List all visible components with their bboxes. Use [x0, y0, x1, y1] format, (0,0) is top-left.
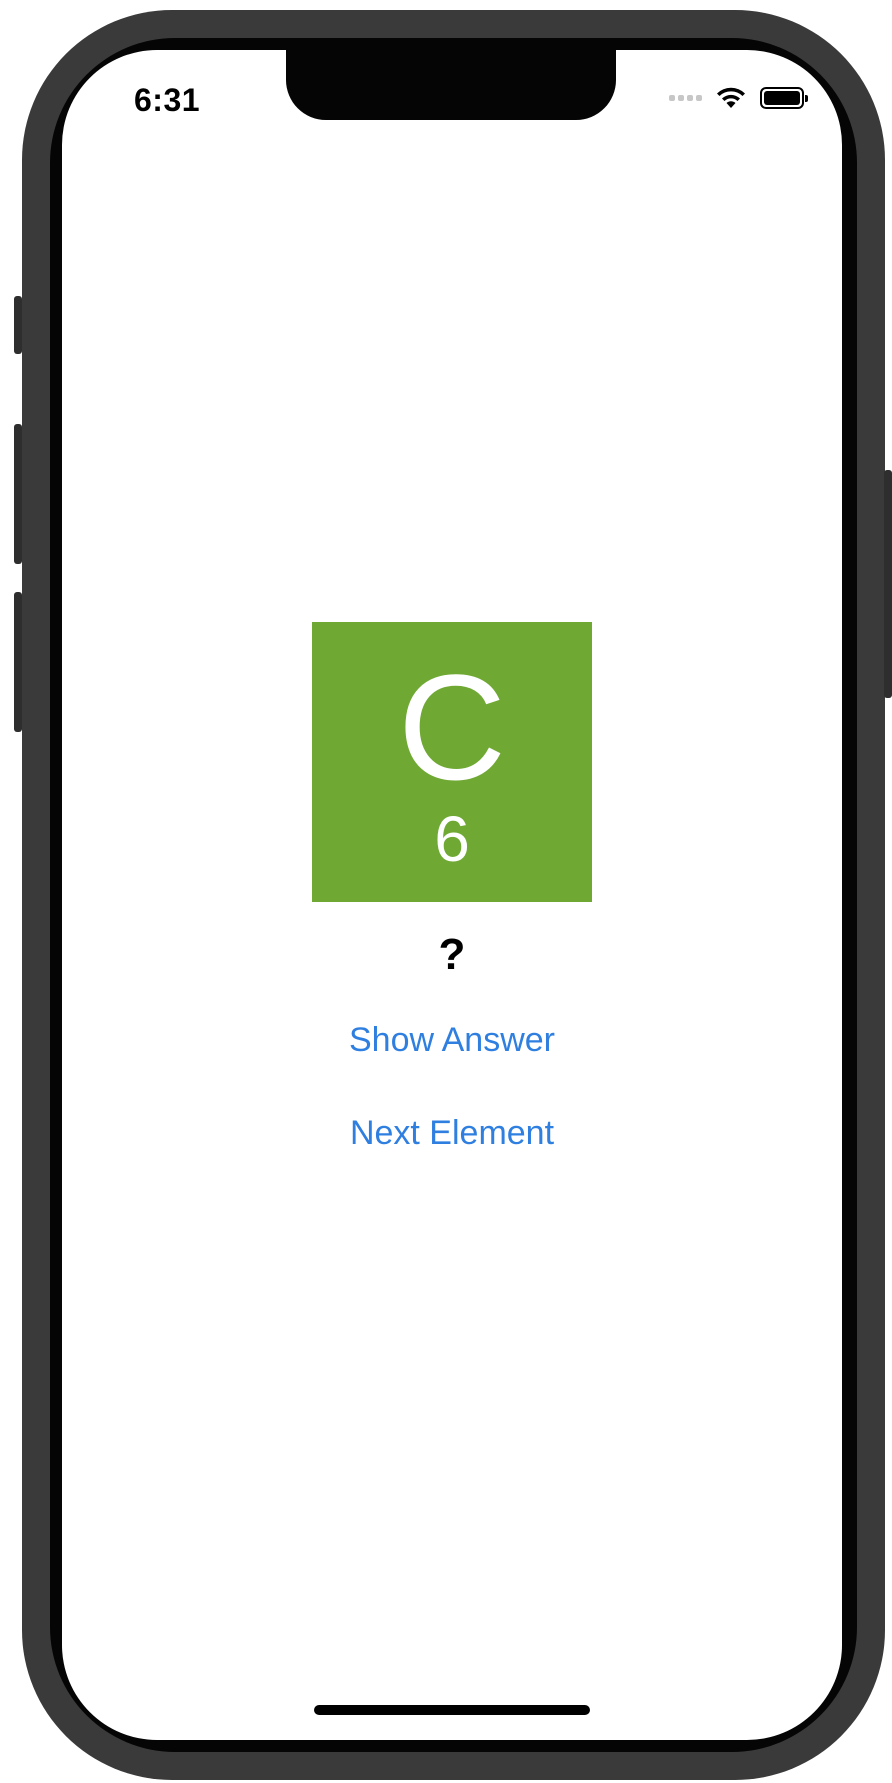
wifi-icon — [717, 87, 745, 108]
answer-label: ? — [438, 930, 466, 979]
home-indicator[interactable] — [314, 1705, 590, 1715]
volume-down-button — [14, 592, 22, 732]
screen: 6:31 C 6 ? Show Answer Next Element — [62, 50, 842, 1740]
power-button — [884, 470, 892, 698]
element-atomic-number: 6 — [434, 803, 470, 875]
element-symbol: C — [397, 643, 507, 811]
notch — [286, 50, 616, 120]
status-time: 6:31 — [134, 82, 201, 118]
status-icons — [669, 86, 808, 110]
volume-up-button — [14, 424, 22, 564]
mute-switch — [14, 296, 22, 354]
next-element-button[interactable]: Next Element — [62, 1113, 842, 1154]
element-tile: C 6 — [312, 622, 592, 902]
cellular-signal-icon — [669, 95, 702, 101]
show-answer-button[interactable]: Show Answer — [62, 1020, 842, 1061]
battery-icon — [760, 87, 808, 109]
